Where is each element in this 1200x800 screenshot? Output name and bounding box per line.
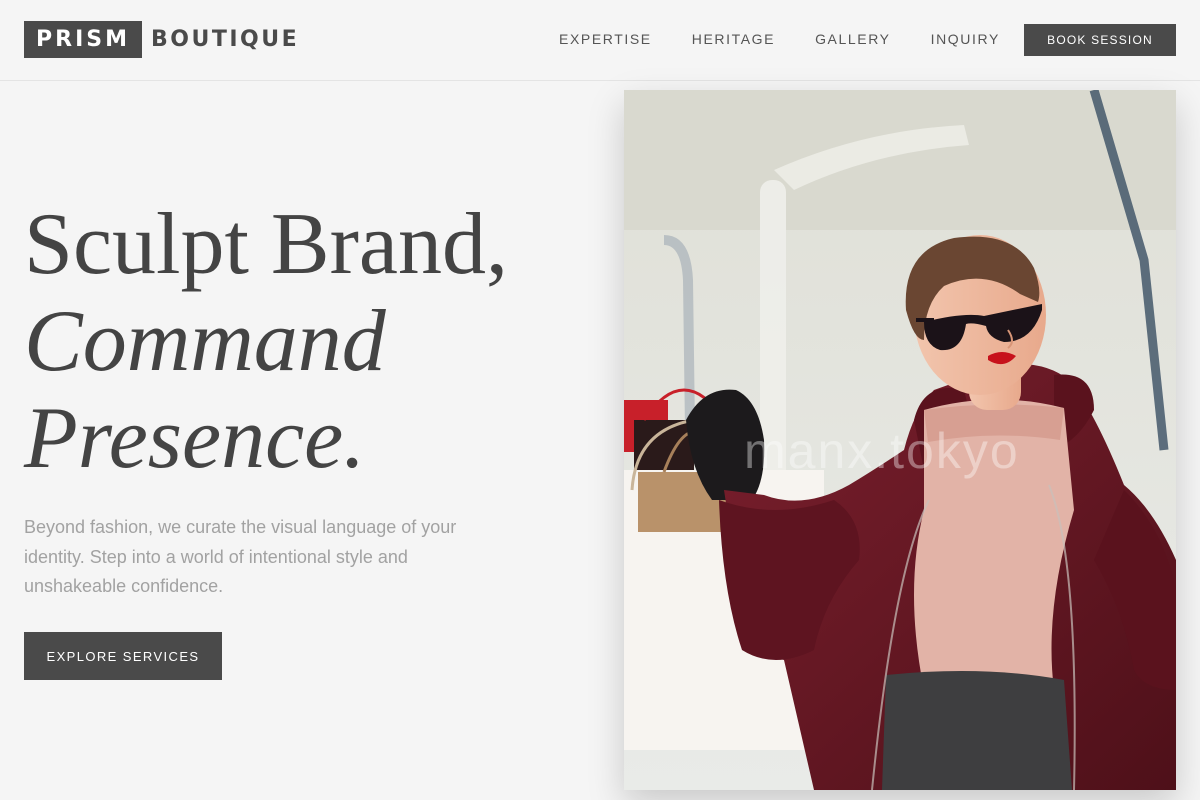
headline-line-2: Command (24, 293, 386, 390)
main-nav: EXPERTISE HERITAGE GALLERY INQUIRY (559, 30, 1000, 48)
nav-link-heritage[interactable]: HERITAGE (692, 30, 775, 48)
brand-logo[interactable]: PRISM BOUTIQUE (24, 21, 299, 58)
brand-mark: PRISM (24, 21, 142, 58)
site-header: PRISM BOUTIQUE EXPERTISE HERITAGE GALLER… (0, 0, 1200, 81)
book-session-button[interactable]: BOOK SESSION (1024, 24, 1176, 56)
headline-line-3: Presence. (24, 390, 366, 487)
nav-link-gallery[interactable]: GALLERY (815, 30, 891, 48)
headline-line-1: Sculpt Brand, (24, 196, 508, 293)
hero-description: Beyond fashion, we curate the visual lan… (24, 517, 457, 596)
hero-photo: manx.tokyo (624, 90, 1176, 790)
nav-link-inquiry[interactable]: INQUIRY (931, 30, 1000, 48)
hero-headline: Sculpt Brand, Command Presence. (24, 196, 584, 487)
brand-word: BOUTIQUE (151, 27, 300, 52)
nav-link-expertise[interactable]: EXPERTISE (559, 30, 652, 48)
explore-services-button[interactable]: EXPLORE SERVICES (24, 632, 222, 680)
image-watermark: manx.tokyo (744, 423, 1020, 479)
